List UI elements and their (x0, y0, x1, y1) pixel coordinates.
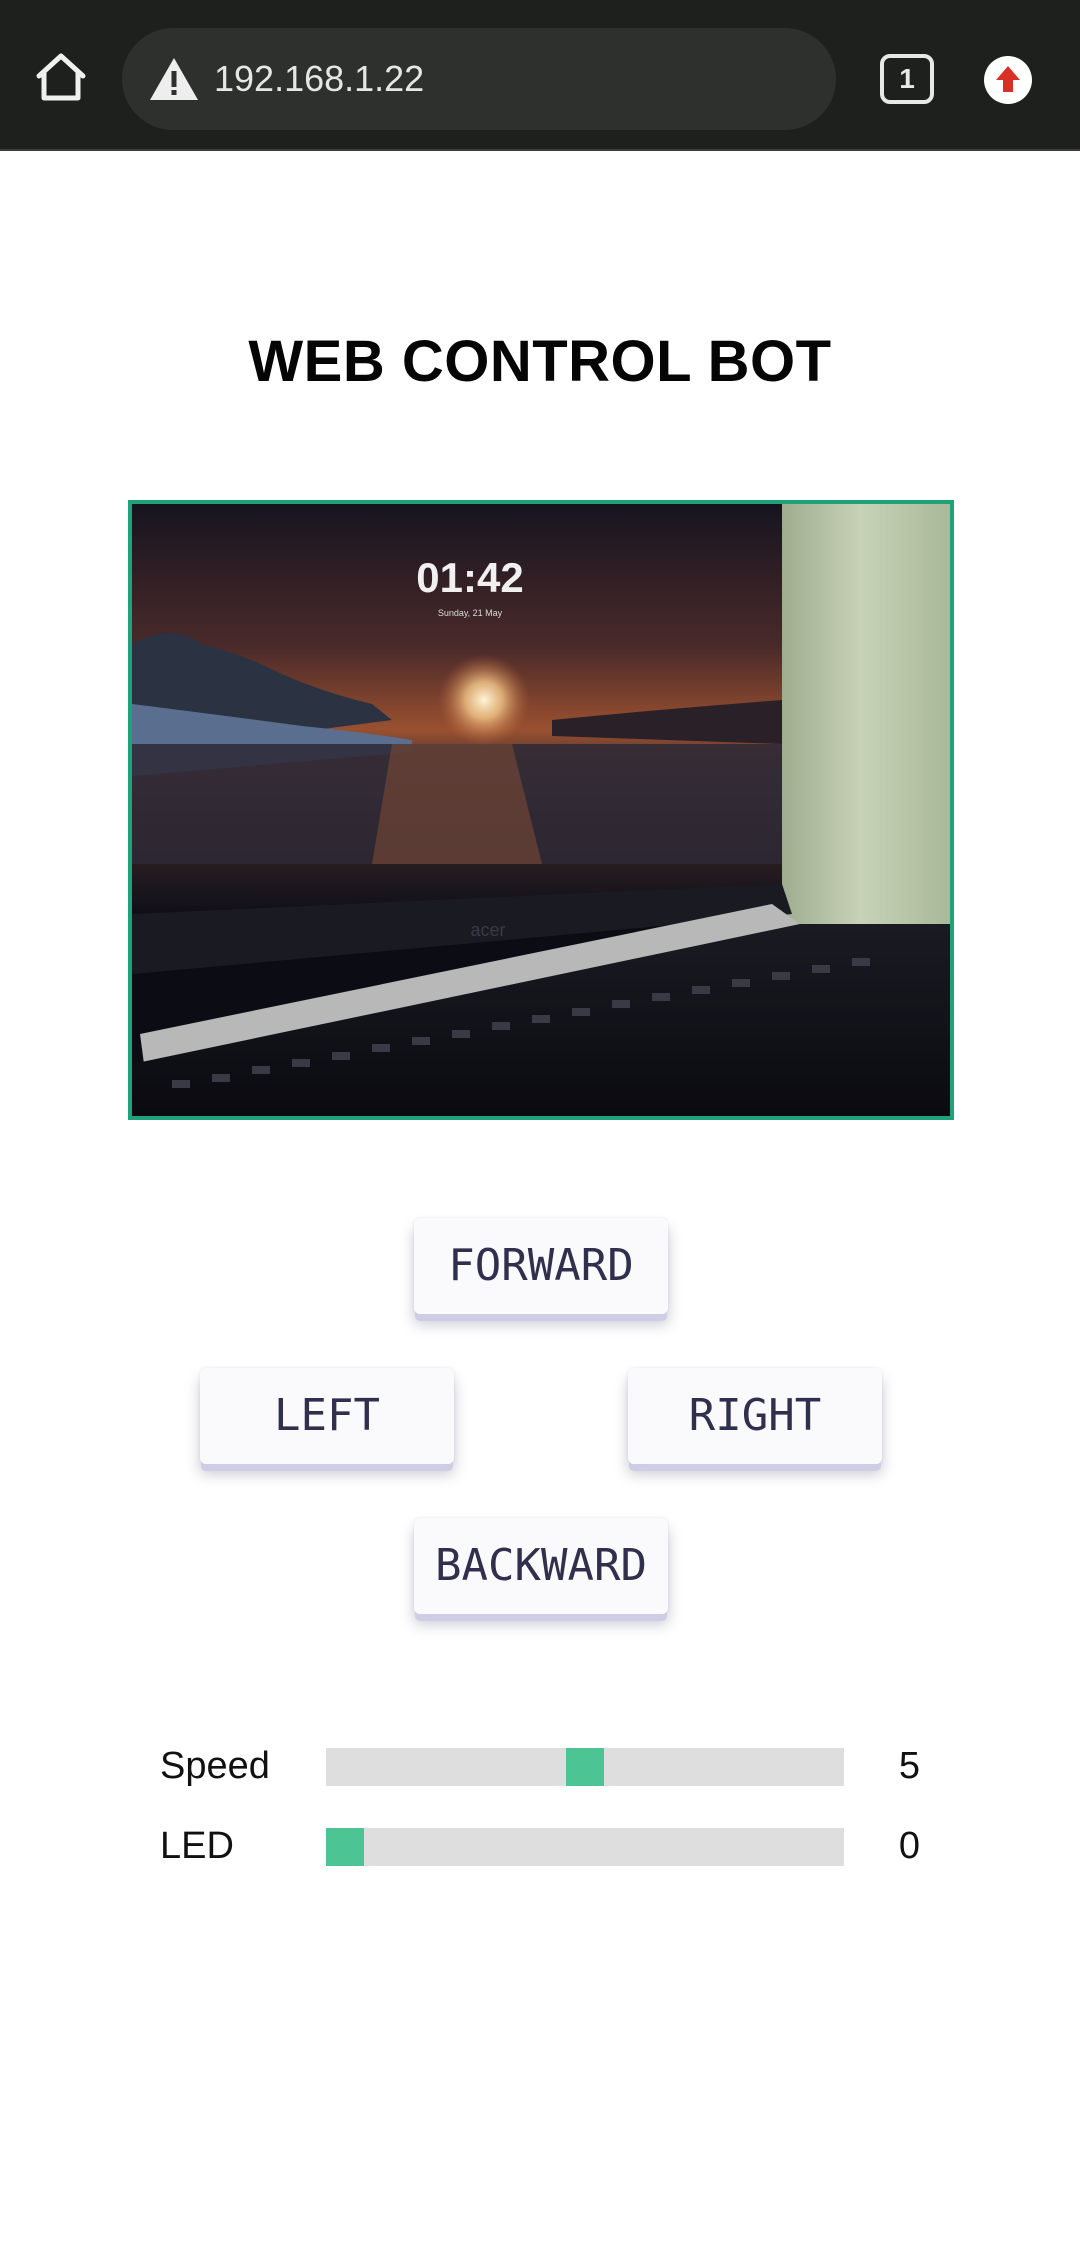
browser-toolbar: 192.168.1.22 1 (0, 0, 1080, 151)
speed-slider-row: Speed 5 (160, 1746, 920, 1786)
speed-slider-thumb[interactable] (566, 1748, 604, 1786)
led-value: 0 (898, 1825, 920, 1867)
tabs-button[interactable]: 1 (880, 54, 934, 104)
address-bar[interactable]: 192.168.1.22 (122, 28, 836, 130)
warning-icon (150, 58, 198, 100)
lockscreen-clock: 01:42 (416, 554, 523, 601)
left-button[interactable]: LEFT (200, 1368, 454, 1464)
laptop-brand: acer (470, 920, 505, 940)
led-slider[interactable] (326, 1828, 844, 1866)
led-slider-thumb[interactable] (326, 1828, 364, 1866)
right-button[interactable]: RIGHT (628, 1368, 882, 1464)
led-label: LED (160, 1825, 234, 1867)
lockscreen-date: Sunday, 21 May (438, 608, 503, 618)
tab-count: 1 (899, 63, 915, 94)
url-text: 192.168.1.22 (214, 58, 425, 99)
speed-value: 5 (898, 1745, 920, 1787)
backward-button[interactable]: BACKWARD (414, 1518, 668, 1614)
camera-stream: 01:42 Sunday, 21 May acer (128, 500, 954, 1120)
speed-slider[interactable] (326, 1748, 844, 1786)
camera-feed-image: 01:42 Sunday, 21 May acer (132, 504, 950, 1116)
speed-label: Speed (160, 1745, 270, 1787)
update-button[interactable] (984, 56, 1032, 104)
page-title: WEB CONTROL BOT (248, 329, 832, 394)
update-icon (996, 66, 1020, 92)
home-icon (36, 53, 86, 101)
forward-button[interactable]: FORWARD (414, 1218, 668, 1314)
home-button[interactable] (30, 46, 92, 108)
led-slider-row: LED 0 (160, 1826, 920, 1866)
